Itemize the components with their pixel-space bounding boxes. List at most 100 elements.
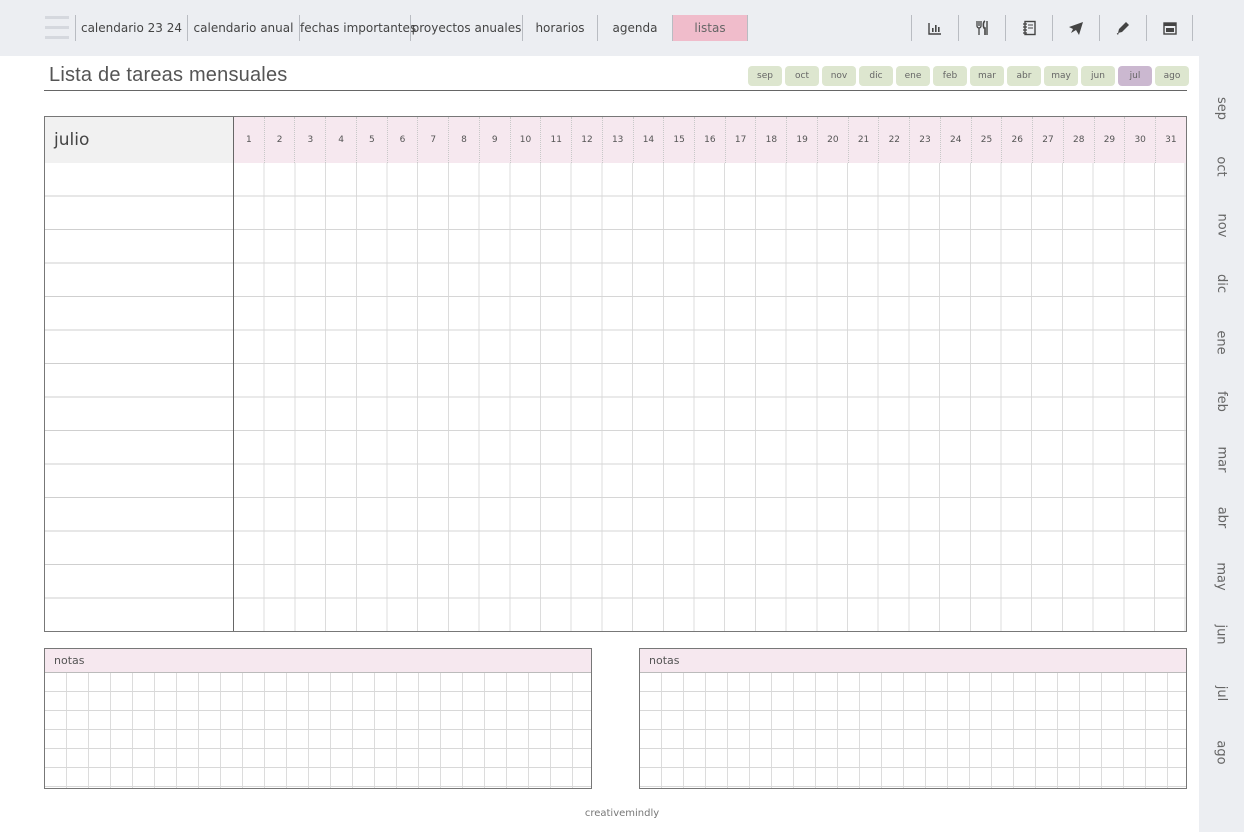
notes-area[interactable] bbox=[45, 673, 591, 788]
day-header-cell: 7 bbox=[417, 117, 448, 163]
month-pill-jul[interactable]: jul bbox=[1118, 66, 1152, 86]
day-header-cell: 13 bbox=[601, 117, 633, 163]
day-checkbox-area[interactable] bbox=[234, 163, 1186, 631]
month-pill-feb[interactable]: feb bbox=[933, 66, 967, 86]
task-row[interactable] bbox=[45, 465, 233, 498]
utensils-icon[interactable] bbox=[958, 15, 1005, 41]
day-header-cell: 31 bbox=[1155, 117, 1186, 163]
task-row[interactable] bbox=[45, 565, 233, 598]
tab-agenda[interactable]: agenda bbox=[597, 15, 672, 41]
footer-credit: creativemindly bbox=[584, 808, 660, 819]
month-pill-nov[interactable]: nov bbox=[822, 66, 856, 86]
day-header-cell: 27 bbox=[1032, 117, 1063, 163]
task-row[interactable] bbox=[45, 398, 233, 431]
day-header-cell: 9 bbox=[478, 117, 510, 163]
day-header-cell: 19 bbox=[786, 117, 817, 163]
month-pill-jun[interactable]: jun bbox=[1081, 66, 1115, 86]
notes-panel-right: notas bbox=[639, 648, 1187, 789]
sidebar-item-may[interactable]: may bbox=[1199, 556, 1244, 596]
day-header-cell: 11 bbox=[540, 117, 571, 163]
day-header-cell: 21 bbox=[847, 117, 879, 163]
notes-label: notas bbox=[45, 649, 591, 673]
notes-area[interactable] bbox=[640, 673, 1186, 788]
month-label: julio bbox=[45, 117, 233, 163]
month-pill-ene[interactable]: ene bbox=[896, 66, 930, 86]
day-header-cell: 12 bbox=[571, 117, 602, 163]
month-pill-mar[interactable]: mar bbox=[970, 66, 1004, 86]
task-row[interactable] bbox=[45, 331, 233, 364]
page-title: Lista de tareas mensuales bbox=[49, 64, 288, 86]
bar-chart-icon[interactable] bbox=[911, 15, 958, 41]
tab-calendario-anual[interactable]: calendario anual bbox=[187, 15, 299, 41]
tab-fechas-importantes[interactable]: fechas importantes bbox=[299, 15, 416, 41]
pencil-icon[interactable] bbox=[1099, 15, 1146, 41]
sidebar-item-jul[interactable]: jul bbox=[1199, 673, 1244, 713]
notes-panel-left: notas bbox=[44, 648, 592, 789]
day-header-cell: 8 bbox=[448, 117, 479, 163]
sidebar-item-mar[interactable]: mar bbox=[1199, 439, 1244, 479]
day-header-cell: 15 bbox=[663, 117, 694, 163]
day-header-cell: 10 bbox=[509, 117, 541, 163]
day-header-cell: 24 bbox=[939, 117, 971, 163]
day-header-cell: 5 bbox=[355, 117, 387, 163]
day-header-cell: 29 bbox=[1093, 117, 1125, 163]
day-header-cell: 1 bbox=[246, 135, 252, 145]
day-header-cell: 6 bbox=[386, 117, 418, 163]
month-pill-dic[interactable]: dic bbox=[859, 66, 893, 86]
day-header-cell: 16 bbox=[694, 117, 725, 163]
menu-icon[interactable] bbox=[45, 16, 69, 42]
day-header-cell: 20 bbox=[816, 117, 848, 163]
day-header-cell: 26 bbox=[1001, 117, 1032, 163]
day-header-cell: 28 bbox=[1062, 117, 1094, 163]
day-header: 1 2 3 4 5 6 7 8 9 10 11 12 13 14 15 16 17 18 19 20 21 22 23 24 2… bbox=[233, 117, 1186, 163]
month-pill-ago[interactable]: ago bbox=[1155, 66, 1189, 86]
task-row[interactable] bbox=[45, 163, 233, 196]
sidebar-item-abr[interactable]: abr bbox=[1199, 497, 1244, 537]
nav-tabs: calendario 23 24 calendario anual fechas… bbox=[75, 15, 748, 41]
task-row[interactable] bbox=[45, 297, 233, 330]
sidebar-item-feb[interactable]: feb bbox=[1199, 381, 1244, 421]
sidebar-item-nov[interactable]: nov bbox=[1199, 205, 1244, 245]
task-row[interactable] bbox=[45, 431, 233, 464]
day-header-cell: 22 bbox=[878, 117, 909, 163]
sidebar-item-ene[interactable]: ene bbox=[1199, 322, 1244, 362]
title-divider bbox=[44, 90, 1187, 91]
day-header-cell: 30 bbox=[1124, 117, 1155, 163]
month-pill-sep[interactable]: sep bbox=[748, 66, 782, 86]
notebook-icon[interactable] bbox=[1005, 15, 1052, 41]
task-column bbox=[45, 163, 234, 631]
month-pill-may[interactable]: may bbox=[1044, 66, 1078, 86]
grid-body bbox=[45, 163, 1186, 631]
day-header-cell: 17 bbox=[724, 117, 756, 163]
task-row[interactable] bbox=[45, 197, 233, 230]
day-header-cell: 23 bbox=[909, 117, 940, 163]
top-navigation-bar: calendario 23 24 calendario anual fechas… bbox=[0, 0, 1244, 56]
sidebar-item-jun[interactable]: jun bbox=[1199, 614, 1244, 654]
sidebar-item-oct[interactable]: oct bbox=[1199, 146, 1244, 186]
task-tracker-grid: julio 1 2 3 4 5 6 7 8 9 10 11 12 13 14 15 16 17 18 19 20 21 2… bbox=[44, 116, 1187, 632]
day-header-cell: 25 bbox=[970, 117, 1002, 163]
task-row[interactable] bbox=[45, 230, 233, 263]
tab-calendario-23-24[interactable]: calendario 23 24 bbox=[75, 15, 187, 41]
notes-label: notas bbox=[640, 649, 1186, 673]
grid-header: julio 1 2 3 4 5 6 7 8 9 10 11 12 13 14 15 16 17 18 19 20 21 2… bbox=[45, 117, 1186, 163]
sidebar-item-sep[interactable]: sep bbox=[1199, 88, 1244, 128]
tab-proyectos-anuales[interactable]: proyectos anuales bbox=[410, 15, 522, 41]
day-header-cell: 3 bbox=[294, 117, 325, 163]
sidebar-item-ago[interactable]: ago bbox=[1199, 732, 1244, 772]
task-row[interactable] bbox=[45, 532, 233, 565]
task-row[interactable] bbox=[45, 264, 233, 297]
task-row[interactable] bbox=[45, 364, 233, 397]
sidebar-item-dic[interactable]: dic bbox=[1199, 263, 1244, 303]
calendar-icon[interactable] bbox=[1146, 15, 1193, 41]
airplane-icon[interactable] bbox=[1052, 15, 1099, 41]
month-pill-abr[interactable]: abr bbox=[1007, 66, 1041, 86]
toolbar bbox=[911, 15, 1193, 41]
task-row[interactable] bbox=[45, 599, 233, 632]
tab-horarios[interactable]: horarios bbox=[522, 15, 597, 41]
task-row[interactable] bbox=[45, 498, 233, 531]
month-sidebar: sep oct nov dic ene feb mar abr may jun … bbox=[1199, 56, 1244, 832]
day-header-cell: 18 bbox=[755, 117, 786, 163]
tab-listas[interactable]: listas bbox=[672, 15, 748, 41]
month-pill-oct[interactable]: oct bbox=[785, 66, 819, 86]
